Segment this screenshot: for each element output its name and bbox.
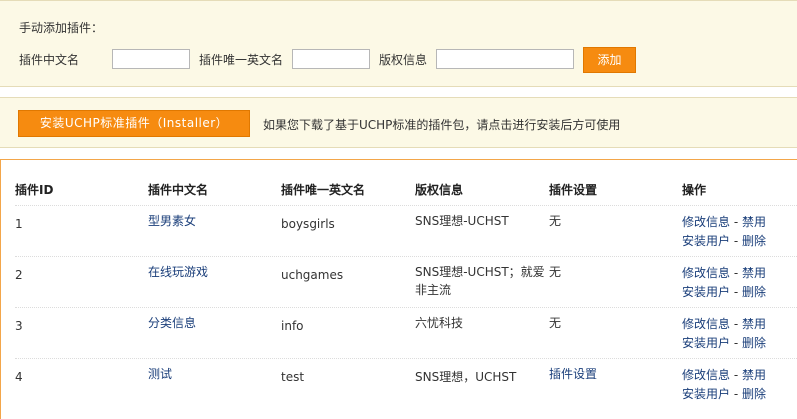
header-en-name: 插件唯一英文名 [281, 183, 366, 197]
plugin-en-name: boysgirls [281, 217, 335, 231]
edit-info-link[interactable]: 修改信息 [682, 266, 730, 280]
disable-link[interactable]: 禁用 [742, 266, 766, 280]
plugin-settings: 无 [549, 316, 562, 330]
header-copyright: 版权信息 [415, 183, 464, 197]
plugin-operations: 修改信息 - 禁用 安装用户 - 删除 [682, 264, 766, 302]
delete-link[interactable]: 删除 [742, 336, 766, 350]
plugin-cn-name-link[interactable]: 型男素女 [148, 212, 196, 230]
row-divider [15, 205, 797, 206]
copyright-label: 版权信息 [379, 53, 428, 67]
edit-info-link[interactable]: 修改信息 [682, 317, 730, 331]
row-divider [15, 307, 797, 308]
plugin-copyright: SNS理想，UCHST [415, 370, 517, 384]
install-uchp-plugin-button[interactable]: 安装UCHP标准插件（Installer） [18, 110, 250, 137]
row-divider [15, 358, 797, 359]
op-separator: - [730, 368, 742, 382]
op-separator: - [730, 285, 742, 299]
disable-link[interactable]: 禁用 [742, 317, 766, 331]
plugin-cn-name-link[interactable]: 测试 [148, 365, 172, 383]
plugin-copyright: SNS理想-UCHST [415, 214, 509, 228]
add-plugin-button[interactable]: 添加 [583, 47, 636, 73]
plugin-id: 3 [15, 319, 23, 333]
plugin-en-name: uchgames [281, 268, 344, 282]
add-plugin-panel [0, 0, 797, 87]
op-separator: - [730, 215, 742, 229]
plugin-operations: 修改信息 - 禁用 安装用户 - 删除 [682, 213, 766, 251]
disable-link[interactable]: 禁用 [742, 368, 766, 382]
op-separator: - [730, 317, 742, 331]
installed-users-link[interactable]: 安装用户 [682, 285, 730, 299]
en-name-label: 插件唯一英文名 [199, 53, 284, 67]
header-settings: 插件设置 [549, 183, 598, 197]
op-separator: - [730, 266, 742, 280]
installed-users-link[interactable]: 安装用户 [682, 234, 730, 248]
delete-link[interactable]: 删除 [742, 387, 766, 401]
delete-link[interactable]: 删除 [742, 234, 766, 248]
op-separator: - [730, 234, 742, 248]
plugin-id: 1 [15, 217, 23, 231]
copyright-input[interactable] [436, 49, 574, 69]
op-separator: - [730, 336, 742, 350]
plugin-id: 2 [15, 268, 23, 282]
header-cn-name: 插件中文名 [148, 183, 209, 197]
plugin-copyright: SNS理想-UCHST；就爱非主流 [415, 265, 545, 297]
plugin-en-name: test [281, 370, 305, 384]
plugin-operations: 修改信息 - 禁用 安装用户 - 删除 [682, 315, 766, 353]
add-plugin-title: 手动添加插件： [19, 21, 104, 35]
installed-users-link[interactable]: 安装用户 [682, 387, 730, 401]
cn-name-label: 插件中文名 [19, 53, 80, 67]
installed-users-link[interactable]: 安装用户 [682, 336, 730, 350]
plugin-id: 4 [15, 370, 23, 384]
plugin-settings: 无 [549, 214, 562, 228]
edit-info-link[interactable]: 修改信息 [682, 368, 730, 382]
op-separator: - [730, 387, 742, 401]
installer-hint: 如果您下载了基于UCHP标准的插件包，请点击进行安装后方可使用 [263, 118, 621, 132]
cn-name-input[interactable] [112, 49, 190, 69]
plugin-list-panel [0, 159, 797, 419]
disable-link[interactable]: 禁用 [742, 215, 766, 229]
plugin-copyright: 六忧科技 [415, 316, 464, 330]
plugin-operations: 修改信息 - 禁用 安装用户 - 删除 [682, 366, 766, 404]
header-plugin-id: 插件ID [15, 183, 54, 197]
plugin-cn-name-link[interactable]: 分类信息 [148, 314, 196, 332]
plugin-cn-name-link[interactable]: 在线玩游戏 [148, 263, 208, 281]
row-divider [15, 256, 797, 257]
plugin-en-name: info [281, 319, 304, 333]
header-operations: 操作 [682, 183, 707, 197]
edit-info-link[interactable]: 修改信息 [682, 215, 730, 229]
delete-link[interactable]: 删除 [742, 285, 766, 299]
plugin-settings: 无 [549, 265, 562, 279]
plugin-settings-link[interactable]: 插件设置 [549, 365, 597, 383]
en-name-input[interactable] [292, 49, 370, 69]
